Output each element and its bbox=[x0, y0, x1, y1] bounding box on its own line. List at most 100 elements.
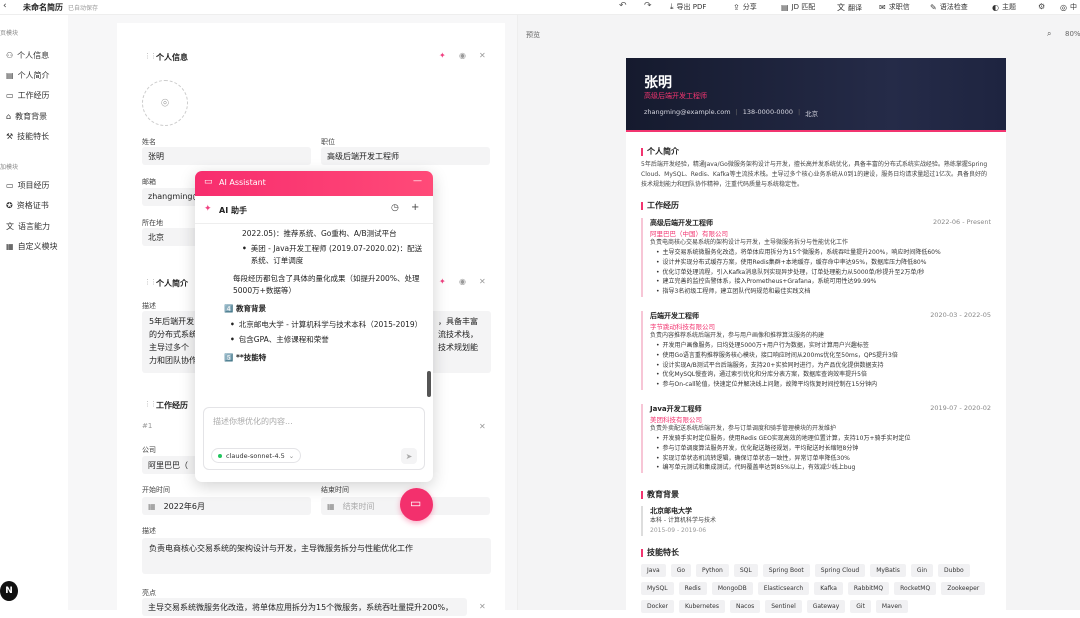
job-bullet: 建立完善的监控告警体系，接入Prometheus+Grafana，系统可用性达9… bbox=[650, 277, 991, 287]
document-title[interactable]: 未命名简历 bbox=[23, 2, 63, 13]
start-date-field[interactable]: ▦ 2022年6月 bbox=[142, 497, 311, 515]
send-icon: ➤ bbox=[405, 451, 413, 461]
sidebar-item-projects[interactable]: ▭ 项目经历 bbox=[6, 180, 50, 191]
end-date-placeholder: 结束时间 bbox=[342, 502, 375, 511]
camera-icon: ⌾ bbox=[161, 95, 169, 111]
job-bullet-text: 使用Go语言重构推荐服务核心模块，接口响应时间从200ms优化至50ms，QPS… bbox=[662, 351, 898, 359]
close-icon[interactable]: ✕ bbox=[479, 277, 486, 286]
contact-phone: 138-0000-0000 bbox=[742, 108, 793, 116]
skill-tag: Elasticsearch bbox=[757, 582, 810, 595]
intro-line-right: 技术规划能 bbox=[438, 343, 478, 352]
chat-bubble-icon: ▭ bbox=[204, 177, 213, 187]
file-text-icon: ▤ bbox=[6, 71, 14, 80]
jd-match-button[interactable]: ▤ JD 匹配 bbox=[781, 2, 815, 12]
skill-tag: Kubernetes bbox=[679, 600, 725, 613]
skill-tag: RocketMQ bbox=[894, 582, 937, 595]
job-bullet: 设计实现A/B测试平台后端服务，支持20+实验同时进行，为产品优化提供数据支持 bbox=[650, 361, 991, 371]
redo-icon[interactable]: ↷ bbox=[644, 1, 652, 11]
sidebar-item-skills[interactable]: ⚒ 技能特长 bbox=[6, 131, 49, 142]
share-button[interactable]: ⇪ 分享 bbox=[733, 2, 757, 12]
name-field[interactable]: 张明 bbox=[142, 147, 311, 165]
ai-assistant-header[interactable]: ▭ AI Assistant — bbox=[195, 171, 433, 196]
job-description: 负责外卖配送系统后端开发，参与订单调度和骑手管理模块的开发维护 bbox=[650, 425, 837, 432]
drag-handle-icon[interactable]: ⋮⋮ bbox=[144, 52, 157, 60]
job-bullet: 使用Go语言重构推荐服务核心模块，接口响应时间从200ms优化至50ms，QPS… bbox=[650, 351, 991, 361]
name-label: 姓名 bbox=[142, 138, 156, 146]
sidebar-item-custom[interactable]: ▦ 自定义模块 bbox=[6, 241, 58, 252]
delete-entry-icon[interactable]: ✕ bbox=[479, 422, 486, 431]
skill-tag: Python bbox=[696, 564, 729, 577]
sidebar-item-intro[interactable]: ▤ 个人简介 bbox=[6, 70, 50, 81]
skill-tag: Spring Cloud bbox=[814, 564, 866, 577]
avatar-upload[interactable]: ⌾ bbox=[142, 80, 188, 126]
drag-handle-icon[interactable]: ⋮⋮ bbox=[144, 278, 157, 286]
undo-icon[interactable]: ↶ bbox=[619, 1, 627, 11]
n-badge-icon[interactable]: N bbox=[0, 581, 18, 601]
grammar-check-label: 语法检查 bbox=[939, 3, 968, 11]
job-bullet: 参与订单调度算法服务开发，优化配送路径规划，平均配送时长缩短8分钟 bbox=[650, 444, 991, 454]
highlight-field[interactable]: 主导交易系统微服务化改造，将单体应用拆分为15个微服务，系统吞吐量提升200%， bbox=[142, 598, 467, 616]
skills-list: Java Go Python SQL Spring Boot Spring Cloud My… bbox=[641, 564, 996, 613]
zoom-icon[interactable]: ⌕ bbox=[1047, 29, 1051, 39]
grammar-check-button[interactable]: ✎ 语法检查 bbox=[930, 2, 968, 12]
eye-icon[interactable]: ◉ bbox=[459, 277, 466, 286]
status-dot-icon bbox=[218, 453, 222, 458]
sidebar-item-personal-info[interactable]: ⚇ 个人信息 bbox=[6, 50, 49, 61]
drag-handle-icon[interactable]: ⋮⋮ bbox=[144, 400, 157, 408]
zoom-level[interactable]: 80% bbox=[1065, 30, 1080, 38]
export-pdf-button[interactable]: ⤓ 导出 PDF bbox=[670, 2, 706, 12]
settings-gear-icon[interactable]: ⚙ bbox=[1038, 2, 1045, 11]
scrollbar[interactable] bbox=[427, 371, 431, 397]
job-bullet: 编写单元测试和集成测试，代码覆盖率达到85%以上，有效减少线上bug bbox=[650, 463, 991, 473]
minimize-icon[interactable]: — bbox=[413, 176, 422, 186]
sidebar-item-label: 个人信息 bbox=[17, 51, 50, 60]
ai-sparkle-icon[interactable]: ✦ bbox=[439, 277, 446, 286]
ai-message-heading: 4️⃣ 教育背景 bbox=[224, 304, 266, 313]
cover-letter-button[interactable]: ✉ 求职信 bbox=[879, 2, 910, 12]
translate-label: 翻译 bbox=[848, 3, 862, 12]
resume-job: 高级后端开发工程师 2022-06 - Present 阿里巴巴（中国）有限公司… bbox=[641, 218, 991, 297]
resume-education: 北京邮电大学 本科 - 计算机科学与技术 2015-09 - 2019-06 bbox=[641, 506, 991, 536]
position-field[interactable]: 高级后端开发工程师 bbox=[321, 147, 490, 165]
sidebar-item-work[interactable]: ▭ 工作经历 bbox=[6, 90, 50, 101]
back-arrow-icon[interactable]: ‹ bbox=[3, 1, 7, 11]
theme-button[interactable]: ◐ 主题 bbox=[992, 2, 1016, 12]
work-desc-textarea[interactable]: 负责电商核心交易系统的架构设计与开发，主导微服务拆分与性能优化工作 bbox=[142, 538, 491, 574]
model-selector[interactable]: claude-sonnet-4.5 ⌄ bbox=[211, 448, 302, 463]
sidebar-item-education[interactable]: ⌂ 教育背景 bbox=[6, 111, 47, 122]
sidebar-item-certificates[interactable]: ✪ 资格证书 bbox=[6, 200, 49, 211]
job-bullet-text: 实现订单状态机流转逻辑，确保订单状态一致性，异常订单率降低30% bbox=[662, 454, 850, 462]
sidebar-item-languages[interactable]: 文语言能力 bbox=[6, 221, 50, 232]
share-icon: ⇪ bbox=[733, 2, 740, 12]
close-icon[interactable]: ✕ bbox=[479, 51, 486, 60]
resume-name: 张明 bbox=[644, 75, 672, 91]
job-bullet-text: 开发用户画像服务，日均处理5000万+用户行为数据，实时计算用户兴趣标签 bbox=[662, 342, 869, 349]
new-chat-icon[interactable]: + bbox=[411, 202, 419, 213]
calendar-icon: ▦ bbox=[148, 502, 156, 511]
language-button[interactable]: ◎ 中 bbox=[1060, 2, 1077, 12]
history-icon[interactable]: ◷ bbox=[391, 203, 399, 213]
ai-sparkle-icon[interactable]: ✦ bbox=[439, 51, 446, 60]
ai-chat-toggle-button[interactable]: ▭ bbox=[400, 488, 433, 521]
folder-icon: ▭ bbox=[6, 181, 14, 190]
skill-tag: Git bbox=[850, 600, 871, 613]
job-company: 阿里巴巴（中国）有限公司 bbox=[650, 230, 728, 238]
eye-icon[interactable]: ◉ bbox=[459, 51, 466, 60]
ai-message-text: 包含GPA、主修课程和荣誉 bbox=[238, 335, 329, 344]
sidebar-section-page-modules: 页模块 bbox=[0, 30, 19, 37]
intro-line-right: ，具备丰富 bbox=[438, 317, 478, 326]
send-button[interactable]: ➤ bbox=[401, 448, 417, 464]
job-bullet: 实现订单状态机流转逻辑，确保订单状态一致性，异常订单率降低30% bbox=[650, 454, 991, 464]
company-label: 公司 bbox=[142, 446, 156, 454]
resume-contact: zhangming@example.com | 138-0000-0000 | 北京 bbox=[644, 108, 819, 118]
ai-prompt-input[interactable]: 描述你想优化的内容... bbox=[213, 416, 293, 427]
translate-icon: 文 bbox=[837, 3, 845, 12]
job-bullet-text: 主导交易系统微服务化改造，将单体应用拆分为15个微服务，系统吞吐量提升200%，… bbox=[662, 249, 941, 256]
skill-tag: MySQL bbox=[641, 582, 674, 595]
job-date: 2019-07 - 2020-02 bbox=[930, 404, 991, 412]
job-bullet: 参与On-call轮值，快速定位并解决线上问题，故障平均恢复时间控制在15分钟内 bbox=[650, 380, 991, 390]
sidebar-section-add-modules: 加模块 bbox=[0, 164, 19, 171]
skill-tag: Gateway bbox=[806, 600, 846, 613]
translate-button[interactable]: 文翻译 bbox=[837, 2, 862, 13]
skill-tag: Maven bbox=[875, 600, 908, 613]
